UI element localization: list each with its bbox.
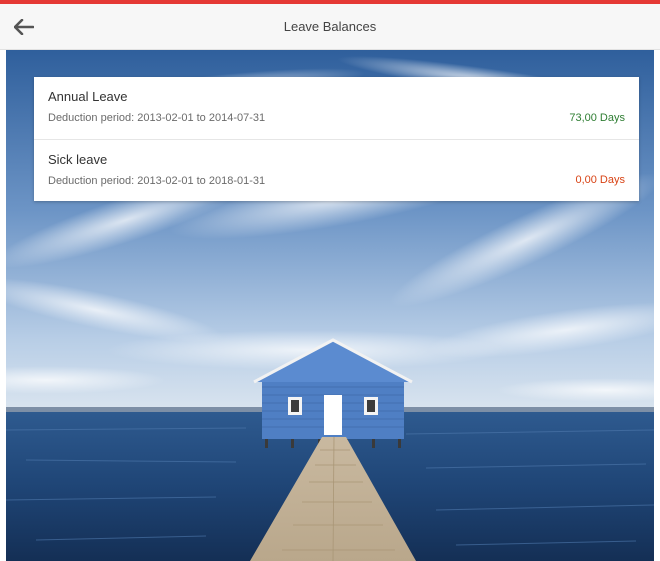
leave-type-name: Sick leave: [48, 152, 108, 167]
deduction-period: Deduction period: 2013-02-01 to 2018-01-…: [48, 174, 625, 188]
deduction-period: Deduction period: 2013-02-01 to 2014-07-…: [48, 111, 625, 125]
deduction-period-range: 2013-02-01 to 2014-07-31: [137, 112, 266, 124]
list-item-annual-leave[interactable]: Annual Leave Deduction period: 2013-02-0…: [34, 77, 639, 139]
deduction-period-range: 2013-02-01 to 2018-01-31: [137, 175, 266, 187]
back-button[interactable]: [10, 13, 38, 41]
deduction-period-label: Deduction period:: [48, 112, 135, 124]
list-item-sick-leave[interactable]: Sick leave Deduction period: 2013-02-01 …: [34, 139, 639, 201]
leave-days-balance: 73,00 Days: [569, 112, 625, 124]
page-title: Leave Balances: [283, 19, 377, 34]
app-header: Leave Balances: [0, 4, 660, 50]
leave-balances-screen: Leave Balances Annual Leave Deduction pe…: [0, 0, 660, 561]
arrow-left-icon: [14, 19, 34, 35]
deduction-period-label: Deduction period:: [48, 175, 135, 187]
leave-balances-list: Annual Leave Deduction period: 2013-02-0…: [34, 77, 639, 201]
leave-type-name: Annual Leave: [48, 89, 128, 104]
leave-days-balance: 0,00 Days: [575, 174, 625, 186]
